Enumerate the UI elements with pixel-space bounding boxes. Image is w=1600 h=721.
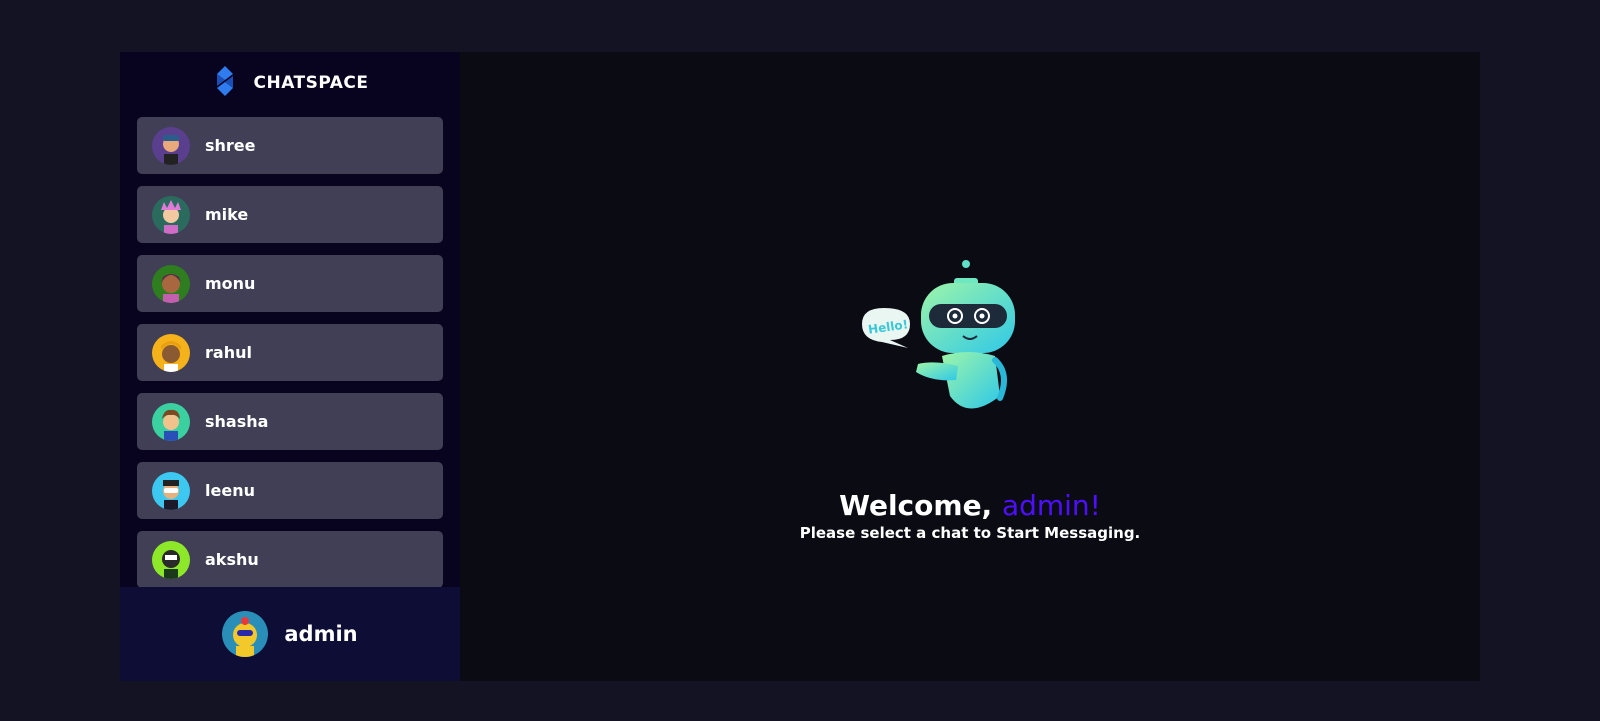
welcome-username: admin! [1001,489,1101,522]
welcome-subtitle: Please select a chat to Start Messaging. [799,524,1141,542]
avatar [152,471,190,510]
contact-item[interactable]: shree [137,117,443,174]
contacts-sidebar: CHATSPACE shree mike monu rahul shasha l… [120,52,460,681]
chat-container: Hello! Welcome, admin! Please select a c… [460,52,1480,681]
avatar [152,126,190,165]
contact-name: shree [205,136,256,155]
avatar [152,402,190,441]
contact-item[interactable]: shasha [137,393,443,450]
contact-item[interactable]: akshu [137,531,443,587]
avatar [152,540,190,579]
contacts-list: shree mike monu rahul shasha leenu akshu [120,114,460,587]
brand-name: CHATSPACE [253,73,369,93]
contact-item[interactable]: rahul [137,324,443,381]
avatar [152,333,190,372]
robot-illustration: Hello! [860,256,1035,418]
contact-name: shasha [205,412,269,431]
avatar [152,195,190,234]
avatar [152,264,190,303]
current-user-panel: admin [120,587,460,681]
chatspace-logo-icon [211,66,239,100]
current-username: admin [284,622,358,646]
contact-item[interactable]: leenu [137,462,443,519]
welcome-message: Welcome, admin! Please select a chat to … [460,489,1480,542]
contact-item[interactable]: monu [137,255,443,312]
welcome-greeting: Welcome, [839,489,1002,522]
contact-name: monu [205,274,256,293]
contact-name: akshu [205,550,259,569]
chat-app: CHATSPACE shree mike monu rahul shasha l… [120,52,1480,681]
brand-header: CHATSPACE [120,52,460,114]
contact-name: mike [205,205,249,224]
contact-item[interactable]: mike [137,186,443,243]
avatar[interactable] [222,611,269,657]
contact-name: leenu [205,481,255,500]
contact-name: rahul [205,343,252,362]
welcome-heading: Welcome, admin! [460,489,1480,522]
